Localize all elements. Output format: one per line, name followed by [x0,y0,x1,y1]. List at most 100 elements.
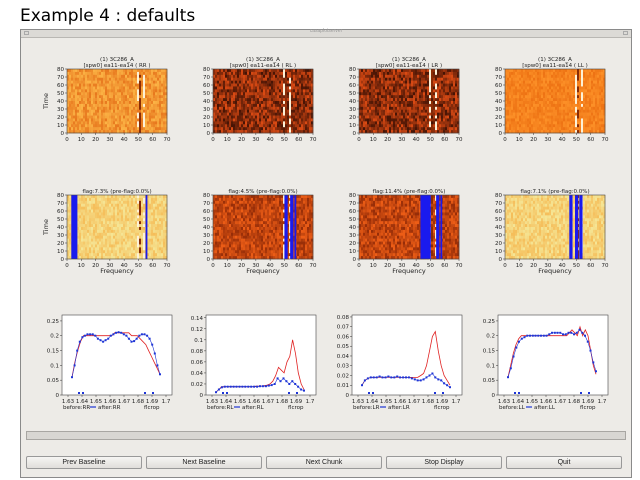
heatmap-cell [593,74,596,79]
heatmap-cell [103,218,106,222]
window-titlebar[interactable]: casaplotserver [21,28,631,38]
heatmap-cell [549,86,552,90]
heatmap-cell [147,106,150,111]
heatmap-cell [451,80,454,84]
heatmap-cell [157,89,160,93]
heatmap-cell [273,106,276,111]
heatmap-cell [515,103,518,108]
heatmap-cell [69,238,72,242]
heatmap-cell [87,203,90,207]
heatmap-cell [71,92,74,96]
heatmap-cell [161,121,164,125]
heatmap-cell [131,118,134,122]
heatmap-cell [591,83,594,87]
heatmap-cell [413,103,416,108]
heatmap-cell [249,127,252,131]
heatmap-cell [259,115,262,119]
heatmap-cell [79,203,82,207]
heatmap-cell [295,80,298,84]
heatmap-cell [215,71,218,76]
heatmap-cell [449,115,452,119]
heatmap-cell [257,127,260,131]
heatmap-cell [545,69,548,73]
heatmap-cell [453,127,456,131]
heatmap-cell [587,109,590,113]
heatmap-cell [145,127,148,131]
heatmap-cell [309,121,312,125]
heatmap-cell [215,112,218,116]
heatmap-cell [413,124,416,128]
heatmap-cell [593,83,596,87]
heatmap-cell [237,80,240,84]
heatmap-cell [283,127,286,131]
heatmap-cell [379,101,382,105]
heatmap-cell [77,69,80,73]
heatmap-cell [569,98,572,102]
heatmap-cell [513,109,516,113]
heatmap-cell [139,69,142,73]
heatmap-cell [385,109,388,113]
heatmap-cell [87,112,90,116]
heatmap-cell [359,92,362,96]
heatmap-cell [275,77,278,81]
heatmap-cell [309,71,312,76]
heatmap-cell [143,127,146,131]
heatmap-cell [301,86,304,90]
heatmap-cell [597,89,600,93]
heatmap-cell [131,112,134,116]
heatmap-cell [517,109,520,113]
heatmap-cell [297,80,300,84]
close-icon[interactable] [623,31,628,35]
heatmap-cell [163,77,166,81]
heatmap-cell [399,95,402,99]
heatmap-cell [75,69,78,73]
heatmap-cell [79,209,82,213]
heatmap-cell [393,86,396,90]
heatmap-cell [273,69,276,73]
heatmap-cell [307,109,310,113]
heatmap-cell [83,229,86,234]
heatmap-cell [515,69,518,73]
heatmap-cell [419,124,422,128]
heatmap-cell [597,118,600,122]
heatmap-cell [91,95,94,99]
heatmap-cell [507,98,510,102]
heatmap-cell [535,83,538,87]
heatmap-cell [439,103,442,108]
heatmap-cell [597,121,600,125]
heatmap-cell [413,118,416,122]
heatmap-cell [549,115,552,119]
heatmap-cell [509,124,512,128]
heatmap-cell [289,118,292,122]
heatmap-cell [411,77,414,81]
heatmap-cell [379,95,382,99]
heatmap-cell [149,121,152,125]
window-menu-icon[interactable] [24,31,29,35]
heatmap-cell [215,103,218,108]
heatmap-cell [371,101,374,105]
heatmap-cell [537,124,540,128]
heatmap-cell [231,83,234,87]
heatmap-cell [409,89,412,93]
heatmap-cell [571,109,574,113]
heatmap-cell [557,112,560,116]
heatmap-cell [563,103,566,108]
heatmap-cell [361,121,364,125]
heatmap-cell [243,115,246,119]
heatmap-cell [595,115,598,119]
x-tick-label: 30 [106,137,113,143]
heatmap-cell [93,103,96,108]
heatmap-cell [81,98,84,102]
heatmap-cell [277,77,280,81]
heatmap-cell [417,69,420,73]
heatmap-cell [541,127,544,131]
heatmap-cell [549,83,552,87]
heatmap-cell [301,115,304,119]
heatmap-cell [569,106,572,111]
heatmap-cell [83,253,86,257]
heatmap-cell [555,103,558,108]
heatmap-cell [445,101,448,105]
heatmap-cell [233,83,236,87]
heatmap-cell [95,250,98,254]
heatmap-cell [73,77,76,81]
